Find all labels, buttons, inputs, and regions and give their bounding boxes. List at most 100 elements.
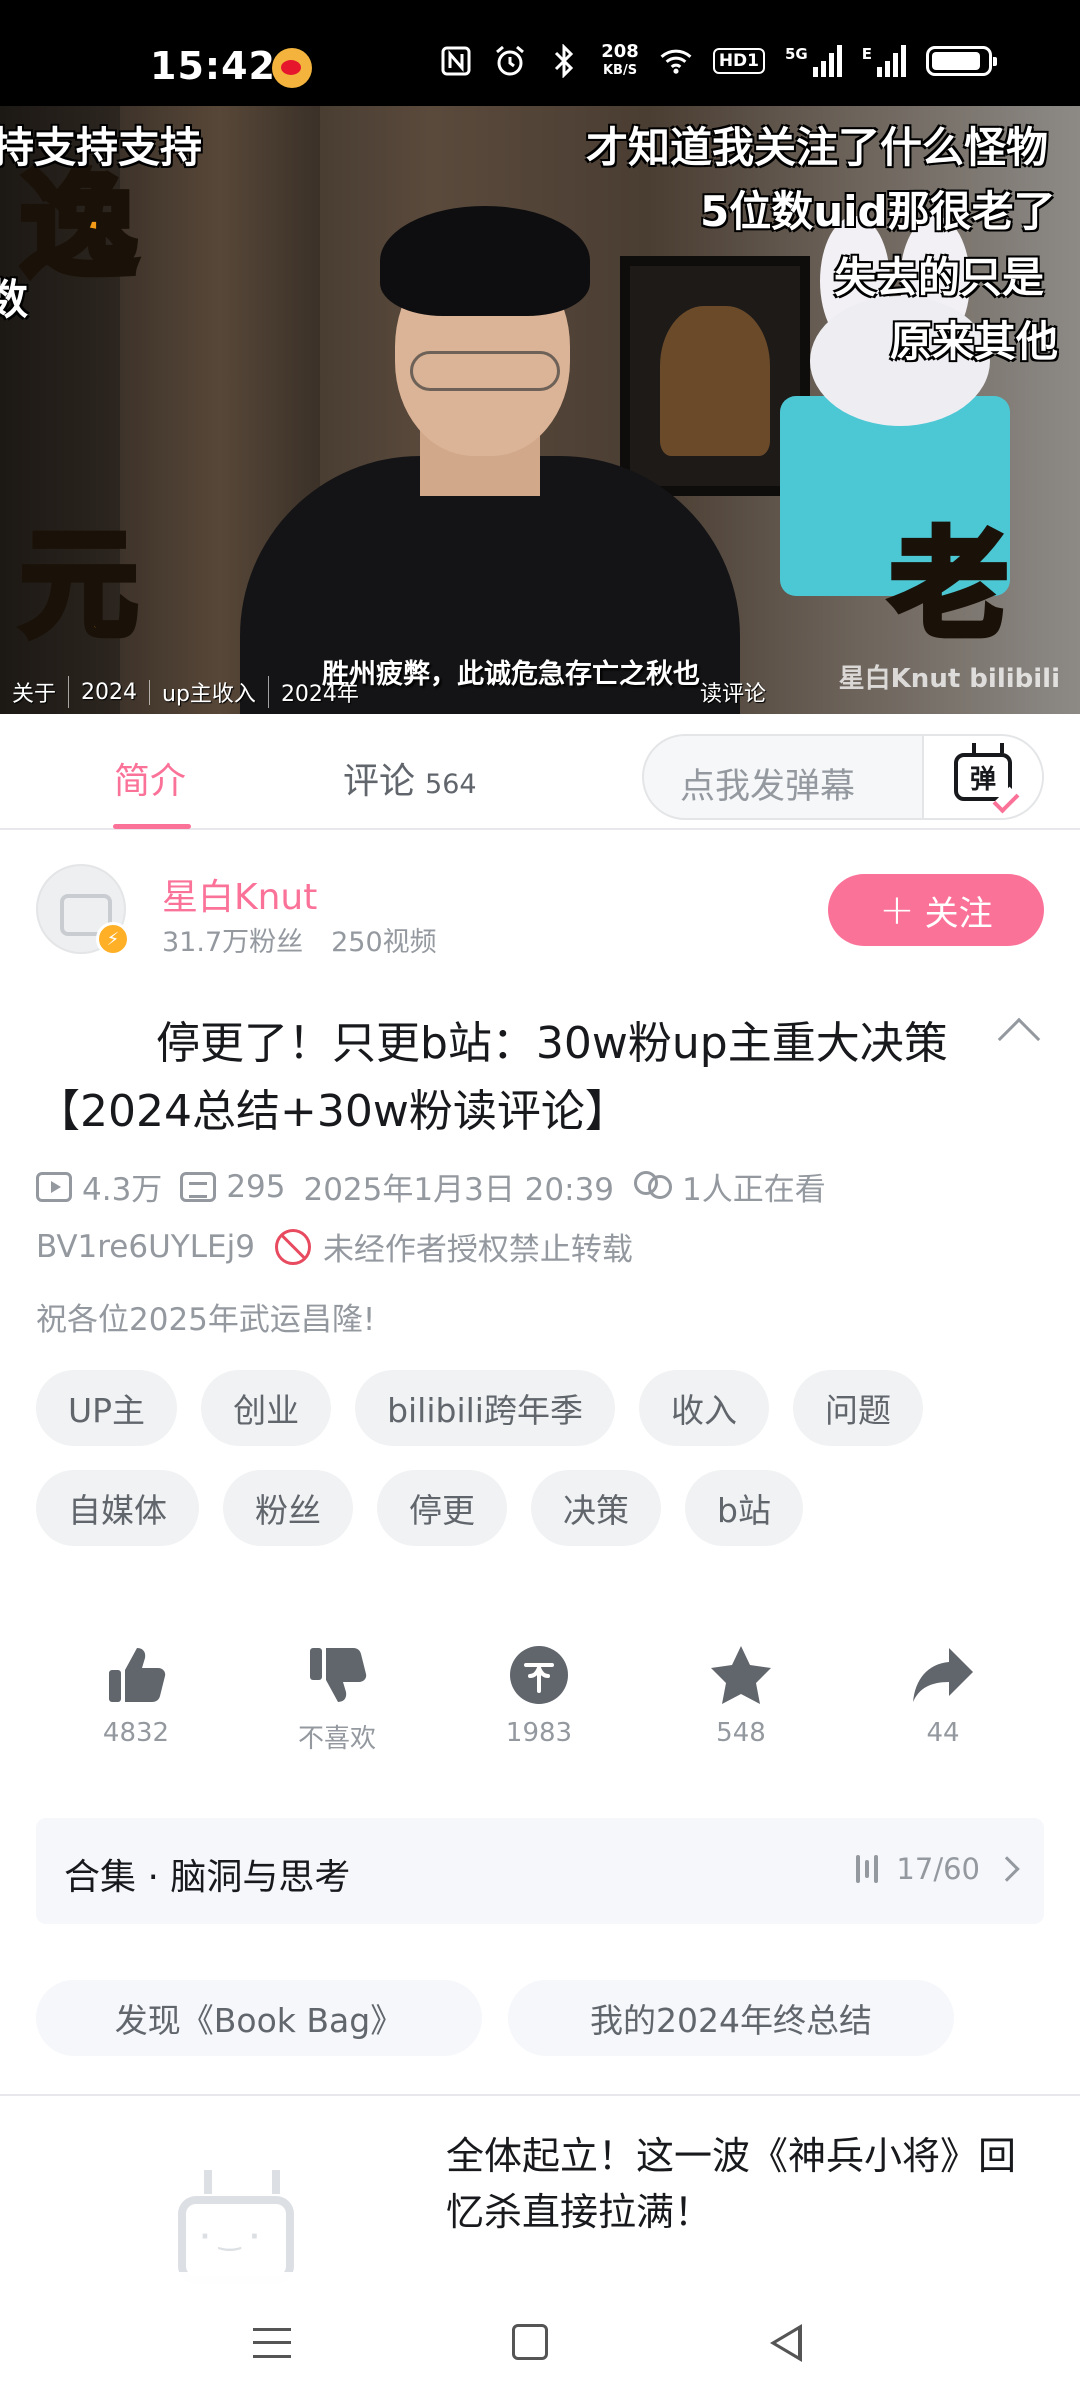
battery-icon [926, 46, 997, 76]
danmaku-input[interactable]: 点我发弹幕 弹 [642, 734, 1044, 820]
uploader-name[interactable]: 星白Knut [162, 868, 317, 920]
tag-chip[interactable]: 自媒体 [36, 1470, 199, 1546]
chapter-tag[interactable]: up主收入 [150, 676, 269, 708]
collection-label: 合集 · 脑洞与思考 [64, 1857, 351, 1898]
danmaku-text: 持支持支持 [0, 123, 203, 172]
dislike-button[interactable]: 不喜欢 [267, 1640, 407, 1755]
plus-icon: + [879, 885, 915, 934]
danmaku-text: 5位数uid那很老了 [700, 187, 1056, 236]
net-speed: 208 KB/S [601, 42, 639, 80]
view-count: 4.3万 [82, 1172, 163, 1208]
tab-active-indicator [113, 824, 191, 829]
watching-count: 1人正在看 [682, 1172, 826, 1208]
bvid[interactable]: BV1re6UYLEj9 [36, 1229, 255, 1265]
like-button[interactable]: 4832 [66, 1640, 206, 1748]
related-chip[interactable]: 我的2024年终总结 [508, 1980, 954, 2056]
playlist-bars-icon [856, 1852, 879, 1886]
nfc-icon [439, 44, 473, 78]
thumbs-up-icon [66, 1640, 206, 1710]
no-repost-icon [274, 1228, 311, 1265]
menu-icon[interactable] [253, 2328, 291, 2358]
danmaku-text: 失去的只是 [834, 253, 1045, 302]
bvid-line: BV1re6UYLEj9 未经作者授权禁止转载 [36, 1224, 633, 1269]
share-arrow-icon [873, 1640, 1013, 1710]
system-nav-bar [0, 2272, 1080, 2400]
collection-bar[interactable]: 合集 · 脑洞与思考 17/60 [36, 1818, 1044, 1924]
dislike-label: 不喜欢 [297, 1724, 376, 1754]
related-chip[interactable]: 发现《Book Bag》 [36, 1980, 482, 2056]
coin-button[interactable]: 1983 [469, 1640, 609, 1748]
danmaku-text: 原来其他 [890, 317, 1059, 366]
tab-comments-label: 评论 [343, 761, 416, 802]
danmaku-text: 才知道我关注了什么怪物 [586, 123, 1049, 172]
chapter-tag[interactable]: 2024 [69, 679, 151, 705]
recommendation-title[interactable]: 全体起立！这一波《神兵小将》回忆杀直接拉满！ [446, 2128, 1046, 2240]
chevron-up-icon[interactable] [997, 1017, 1041, 1061]
tag-chip[interactable]: 决策 [531, 1470, 661, 1546]
uploader-fans: 31.7万粉丝 [162, 927, 304, 958]
deco-char: 老 [887, 516, 1011, 654]
uploader-videos: 250视频 [331, 927, 437, 958]
uploader-stats: 31.7万粉丝 250视频 [162, 920, 437, 959]
signal-icon: E [862, 45, 906, 77]
tag-chip[interactable]: b站 [685, 1470, 803, 1546]
action-bar: 4832 不喜欢 1983 548 44 [0, 1640, 1080, 1770]
danmaku-text: 数 [0, 275, 29, 324]
deco-char: 元 [17, 516, 141, 654]
video-person [200, 206, 760, 714]
video-subtitle: 胜州疲弊，此诚危急存亡之秋也 [322, 659, 700, 690]
star-icon [671, 1640, 811, 1710]
net-speed-unit: KB/S [602, 63, 638, 78]
chapter-tag[interactable]: 读评论 [700, 676, 766, 708]
coin-count: 1983 [505, 1718, 573, 1748]
tag-chip[interactable]: 创业 [201, 1370, 332, 1446]
hd-badge: HD1 [712, 48, 765, 74]
net-speed-value: 208 [601, 41, 639, 62]
wifi-icon [659, 44, 693, 78]
tag-chip[interactable]: 问题 [792, 1370, 923, 1446]
video-player[interactable]: 逸 元 老 持支持支持 才知道我关注了什么怪物 5位数uid那很老了 失去的只是… [0, 106, 1080, 714]
video-title: 停更了！只更b站：30w粉up主重大决策【2024总结+30w粉读评论】 [36, 1018, 948, 1137]
chapter-tag[interactable]: 关于 [0, 676, 70, 708]
home-icon[interactable] [512, 2324, 548, 2360]
tag-chip[interactable]: 收入 [638, 1370, 769, 1446]
danmaku-input-placeholder: 点我发弹幕 [680, 767, 856, 807]
like-count: 4832 [102, 1718, 170, 1748]
share-button[interactable]: 44 [873, 1640, 1013, 1748]
video-description: 祝各位2025年武运昌隆! [36, 1302, 376, 1338]
bluetooth-icon [547, 44, 581, 78]
follow-label: 关注 [924, 893, 993, 934]
status-icons: 208 KB/S HD1 5G E [439, 42, 997, 80]
tab-intro[interactable]: 简介 [114, 752, 186, 804]
avatar[interactable]: ⚡ [36, 864, 130, 956]
status-time: 15:42 [150, 44, 276, 88]
divider [0, 2094, 1080, 2096]
tab-comments[interactable]: 评论 564 [343, 752, 477, 804]
battery-level [932, 52, 980, 70]
chapter-tag[interactable]: 2024年 [269, 676, 371, 708]
video-watermark: 星白Knut bilibili [838, 664, 1060, 694]
tag-chip[interactable]: 粉丝 [223, 1470, 353, 1546]
collection-progress: 17/60 [896, 1852, 980, 1886]
chapter-bar: 关于 2024 up主收入 2024年 [0, 672, 371, 712]
status-bar: 15:42 208 KB/S HD1 5G E [0, 0, 1080, 106]
publish-date: 2025年1月3日 20:39 [303, 1172, 615, 1208]
deco-char: 逸 [17, 156, 141, 294]
back-icon[interactable] [770, 2324, 802, 2362]
tv-placeholder-icon [178, 2196, 294, 2284]
danmaku-toggle-button[interactable]: 弹 [922, 736, 1042, 818]
tag-chip[interactable]: bilibili跨年季 [355, 1370, 615, 1446]
related-chips: 发现《Book Bag》 我的2024年终总结 [36, 1980, 954, 2056]
video-meta: 4.3万 295 2025年1月3日 20:39 1人正在看 [36, 1164, 826, 1209]
tab-bar: 简介 评论 564 点我发弹幕 弹 [0, 714, 1080, 830]
follow-button[interactable]: + 关注 [828, 874, 1044, 946]
tag-chip[interactable]: UP主 [36, 1370, 178, 1446]
tag-chip[interactable]: 停更 [377, 1470, 507, 1546]
thumbs-down-icon [267, 1640, 407, 1710]
weibo-icon [272, 48, 312, 88]
danmaku-icon: 弹 [954, 753, 1020, 814]
danmaku-count: 295 [226, 1168, 286, 1205]
danmaku-icon-glyph: 弹 [969, 764, 996, 795]
favorite-button[interactable]: 548 [671, 1640, 811, 1748]
watching-icon [632, 1170, 673, 1203]
